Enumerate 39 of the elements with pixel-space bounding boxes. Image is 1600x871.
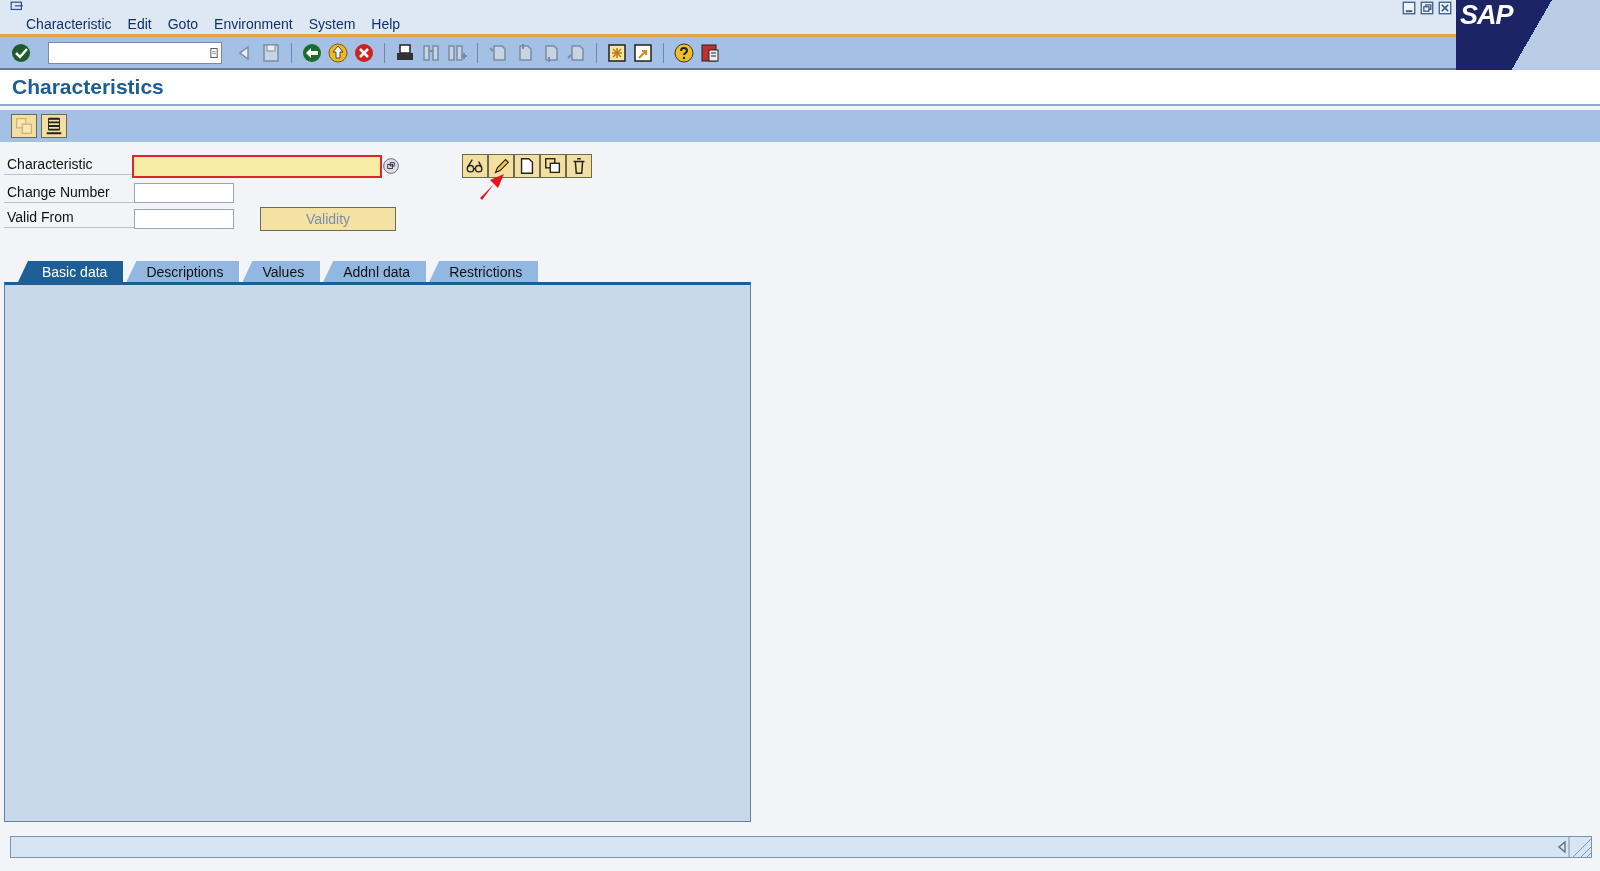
tab[interactable]: Restrictions xyxy=(429,261,539,282)
help-icon[interactable] xyxy=(673,41,695,64)
pages-icon xyxy=(14,116,34,136)
matchcode-icon[interactable] xyxy=(382,157,400,175)
new-session-icon[interactable] xyxy=(606,41,628,64)
input-field[interactable] xyxy=(134,182,234,203)
restore-icon[interactable] xyxy=(1420,1,1434,15)
layout-icon[interactable] xyxy=(699,41,721,64)
menu-item[interactable]: Characteristic xyxy=(26,16,112,32)
sap-logo: SAP xyxy=(1456,0,1600,70)
display-button[interactable] xyxy=(462,154,488,178)
command-field[interactable] xyxy=(48,41,222,64)
save-icon[interactable] xyxy=(260,41,282,64)
switch-button[interactable] xyxy=(11,114,37,138)
menu-item[interactable]: Environment xyxy=(214,16,293,32)
list-button[interactable] xyxy=(41,114,67,138)
create-button[interactable] xyxy=(514,154,540,178)
screen-title: Characteristics xyxy=(12,75,164,99)
tab[interactable]: Addnl data xyxy=(323,261,427,282)
menu-item[interactable]: Help xyxy=(371,16,401,32)
copy-button[interactable] xyxy=(540,154,566,178)
minimize-icon[interactable] xyxy=(1402,1,1416,15)
copy-icon xyxy=(543,156,563,176)
cancel-icon[interactable] xyxy=(353,41,375,64)
input-field[interactable] xyxy=(132,154,382,178)
tab[interactable]: Descriptions xyxy=(126,261,240,282)
close-icon[interactable] xyxy=(1438,1,1452,15)
field-history-icon[interactable] xyxy=(207,45,221,60)
shortcut-icon[interactable] xyxy=(632,41,654,64)
menu-item[interactable]: Goto xyxy=(167,16,199,32)
input-field[interactable] xyxy=(134,209,234,229)
menu-item[interactable]: Edit xyxy=(127,16,152,32)
tab[interactable]: Values xyxy=(242,261,321,282)
delete-button[interactable] xyxy=(566,154,592,178)
menu-item[interactable]: System xyxy=(308,16,356,32)
check-icon[interactable] xyxy=(10,41,32,64)
stack-icon xyxy=(44,116,64,136)
change-button[interactable] xyxy=(488,154,514,178)
tab[interactable]: Basic data xyxy=(18,261,124,282)
